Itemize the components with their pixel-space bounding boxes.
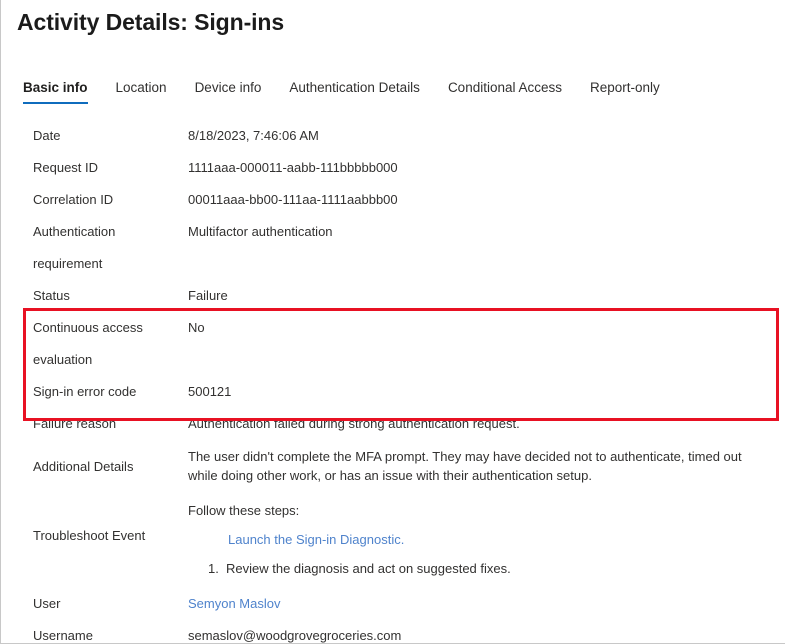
tab-basic-info[interactable]: Basic info	[23, 80, 88, 104]
tab-report-only[interactable]: Report-only	[590, 80, 660, 104]
user-link[interactable]: Semyon Maslov	[188, 596, 280, 611]
troubleshoot-step-1: 1.Review the diagnosis and act on sugges…	[208, 559, 785, 579]
troubleshoot-event-content: Follow these steps: Launch the Sign-in D…	[188, 492, 785, 579]
troubleshoot-event-row: Troubleshoot Event Follow these steps: L…	[1, 492, 785, 588]
detail-row-value: 00011aaa-bb00-111aa-1111aabbb00	[188, 184, 785, 216]
troubleshoot-steps-intro: Follow these steps:	[188, 501, 785, 521]
details-list: Date8/18/2023, 7:46:06 AMRequest ID1111a…	[1, 120, 785, 644]
tab-bar: Basic info Location Device info Authenticat…	[23, 80, 660, 104]
detail-row-value: 1111aaa-000011-aabb-111bbbbb000	[188, 152, 785, 184]
tab-conditional-access[interactable]: Conditional Access	[448, 80, 562, 104]
detail-row-label: Status	[1, 280, 188, 312]
details-rows-bottom: UserSemyon MaslovUsernamesemaslov@woodgr…	[1, 588, 785, 644]
detail-row-value: No	[188, 312, 785, 344]
tab-location[interactable]: Location	[116, 80, 167, 104]
detail-row-value: Authentication failed during strong auth…	[188, 408, 785, 440]
detail-row-label: Continuous access evaluation	[1, 312, 188, 376]
detail-row-value: The user didn't complete the MFA prompt.…	[188, 440, 785, 492]
troubleshoot-step-text: Review the diagnosis and act on suggeste…	[226, 561, 511, 576]
detail-row: Sign-in error code500121	[1, 376, 785, 408]
tab-authentication-details[interactable]: Authentication Details	[289, 80, 420, 104]
detail-row: Authentication requirementMultifactor au…	[1, 216, 785, 280]
detail-row-label: Correlation ID	[1, 184, 188, 216]
activity-details-panel: Activity Details: Sign-ins Basic info Loc…	[0, 0, 785, 644]
detail-row-value: semaslov@woodgrovegroceries.com	[188, 620, 785, 644]
detail-row: Usernamesemaslov@woodgrovegroceries.com	[1, 620, 785, 644]
detail-row: Failure reasonAuthentication failed duri…	[1, 408, 785, 440]
detail-row: Correlation ID00011aaa-bb00-111aa-1111aa…	[1, 184, 785, 216]
detail-row-label: User	[1, 588, 188, 620]
detail-row: Additional DetailsThe user didn't comple…	[1, 440, 785, 492]
detail-row-label: Additional Details	[1, 440, 188, 476]
troubleshoot-event-label: Troubleshoot Event	[1, 492, 188, 543]
detail-row: UserSemyon Maslov	[1, 588, 785, 620]
page-title: Activity Details: Sign-ins	[17, 9, 284, 36]
details-rows-top: Date8/18/2023, 7:46:06 AMRequest ID1111a…	[1, 120, 785, 376]
detail-row-label: Request ID	[1, 152, 188, 184]
tab-device-info[interactable]: Device info	[195, 80, 262, 104]
detail-row-label: Authentication requirement	[1, 216, 188, 280]
detail-row-label: Username	[1, 620, 188, 644]
detail-row: StatusFailure	[1, 280, 785, 312]
detail-row: Request ID1111aaa-000011-aabb-111bbbbb00…	[1, 152, 785, 184]
launch-signin-diagnostic-link[interactable]: Launch the Sign-in Diagnostic.	[228, 530, 785, 550]
details-rows-error: Sign-in error code500121Failure reasonAu…	[1, 376, 785, 492]
detail-row-label: Sign-in error code	[1, 376, 188, 408]
detail-row-value: 8/18/2023, 7:46:06 AM	[188, 120, 785, 152]
detail-row-value[interactable]: Semyon Maslov	[188, 588, 785, 620]
troubleshoot-step-number: 1.	[208, 559, 226, 579]
detail-row-value: Failure	[188, 280, 785, 312]
detail-row-value: Multifactor authentication	[188, 216, 785, 248]
detail-row-label: Date	[1, 120, 188, 152]
detail-row-value: 500121	[188, 376, 785, 408]
detail-row-label: Failure reason	[1, 408, 188, 440]
detail-row: Date8/18/2023, 7:46:06 AM	[1, 120, 785, 152]
detail-row: Continuous access evaluationNo	[1, 312, 785, 376]
